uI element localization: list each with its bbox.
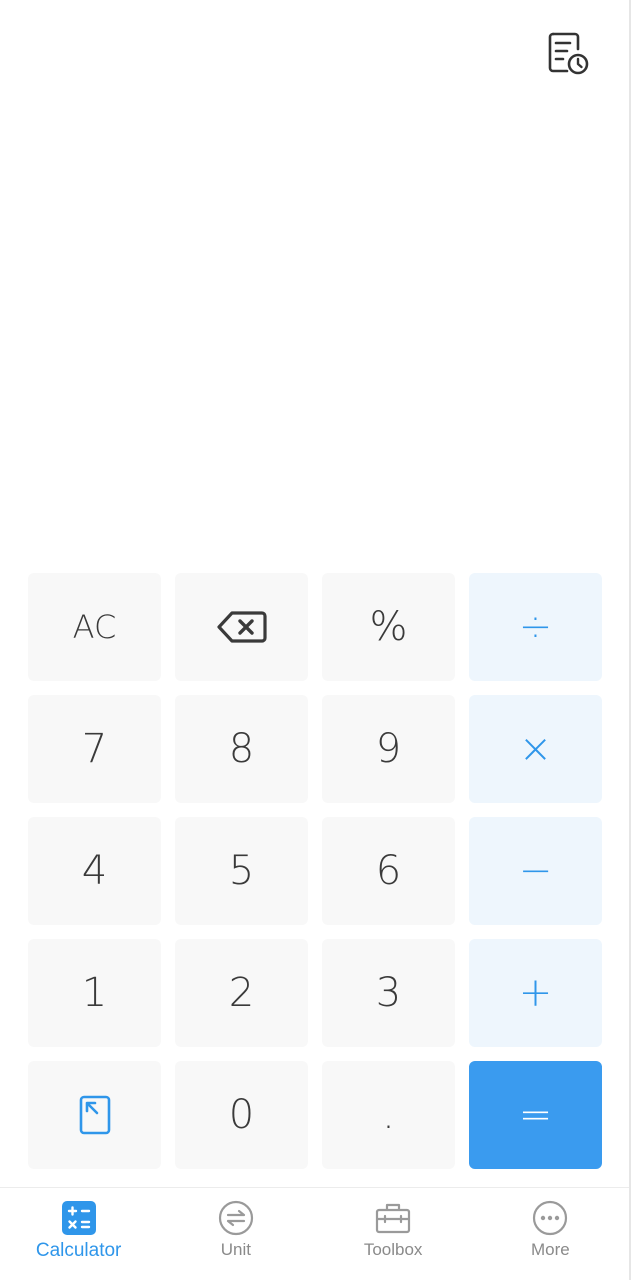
history-icon xyxy=(548,32,589,75)
more-dots-icon xyxy=(532,1200,568,1236)
digit-2-button[interactable]: 2 xyxy=(175,939,308,1047)
backspace-button[interactable] xyxy=(175,573,308,681)
tab-label: More xyxy=(531,1240,570,1259)
backspace-icon xyxy=(216,611,267,643)
digit-9-button[interactable]: 9 xyxy=(322,695,455,803)
tab-unit[interactable]: Unit xyxy=(157,1188,314,1280)
tab-toolbox[interactable]: Toolbox xyxy=(315,1188,472,1280)
history-button[interactable] xyxy=(542,27,594,79)
digit-8-button[interactable]: 8 xyxy=(175,695,308,803)
digit-5-button[interactable]: 5 xyxy=(175,817,308,925)
unit-exchange-icon xyxy=(218,1200,254,1236)
calculation-display xyxy=(0,90,629,560)
tab-label: Calculator xyxy=(35,1240,122,1261)
expand-corner-icon xyxy=(79,1095,110,1135)
equals-button[interactable]: = xyxy=(469,1061,602,1169)
tab-calculator[interactable]: Calculator xyxy=(0,1188,157,1280)
percent-button[interactable]: % xyxy=(322,573,455,681)
clear-button[interactable]: AC xyxy=(28,573,161,681)
digit-3-button[interactable]: 3 xyxy=(322,939,455,1047)
tab-label: Toolbox xyxy=(363,1240,423,1259)
digit-7-button[interactable]: 7 xyxy=(28,695,161,803)
add-button[interactable]: + xyxy=(469,939,602,1047)
digit-1-button[interactable]: 1 xyxy=(28,939,161,1047)
tab-more[interactable]: More xyxy=(472,1188,629,1280)
divide-button[interactable]: ÷ xyxy=(469,573,602,681)
keypad: AC % ÷ 7 8 9 × 4 5 6 − 1 2 3 + 0 . = xyxy=(28,573,603,1169)
expand-scientific-button[interactable] xyxy=(28,1061,161,1169)
digit-0-button[interactable]: 0 xyxy=(175,1061,308,1169)
decimal-button[interactable]: . xyxy=(322,1061,455,1169)
calculator-icon xyxy=(61,1200,97,1236)
tab-label: Unit xyxy=(220,1240,251,1259)
calculator-app: AC % ÷ 7 8 9 × 4 5 6 − 1 2 3 + 0 . = Cal… xyxy=(0,0,631,1280)
digit-4-button[interactable]: 4 xyxy=(28,817,161,925)
multiply-button[interactable]: × xyxy=(469,695,602,803)
toolbox-icon xyxy=(375,1200,411,1236)
digit-6-button[interactable]: 6 xyxy=(322,817,455,925)
subtract-button[interactable]: − xyxy=(469,817,602,925)
bottom-tab-bar: Calculator Unit Toolbox More xyxy=(0,1187,629,1280)
